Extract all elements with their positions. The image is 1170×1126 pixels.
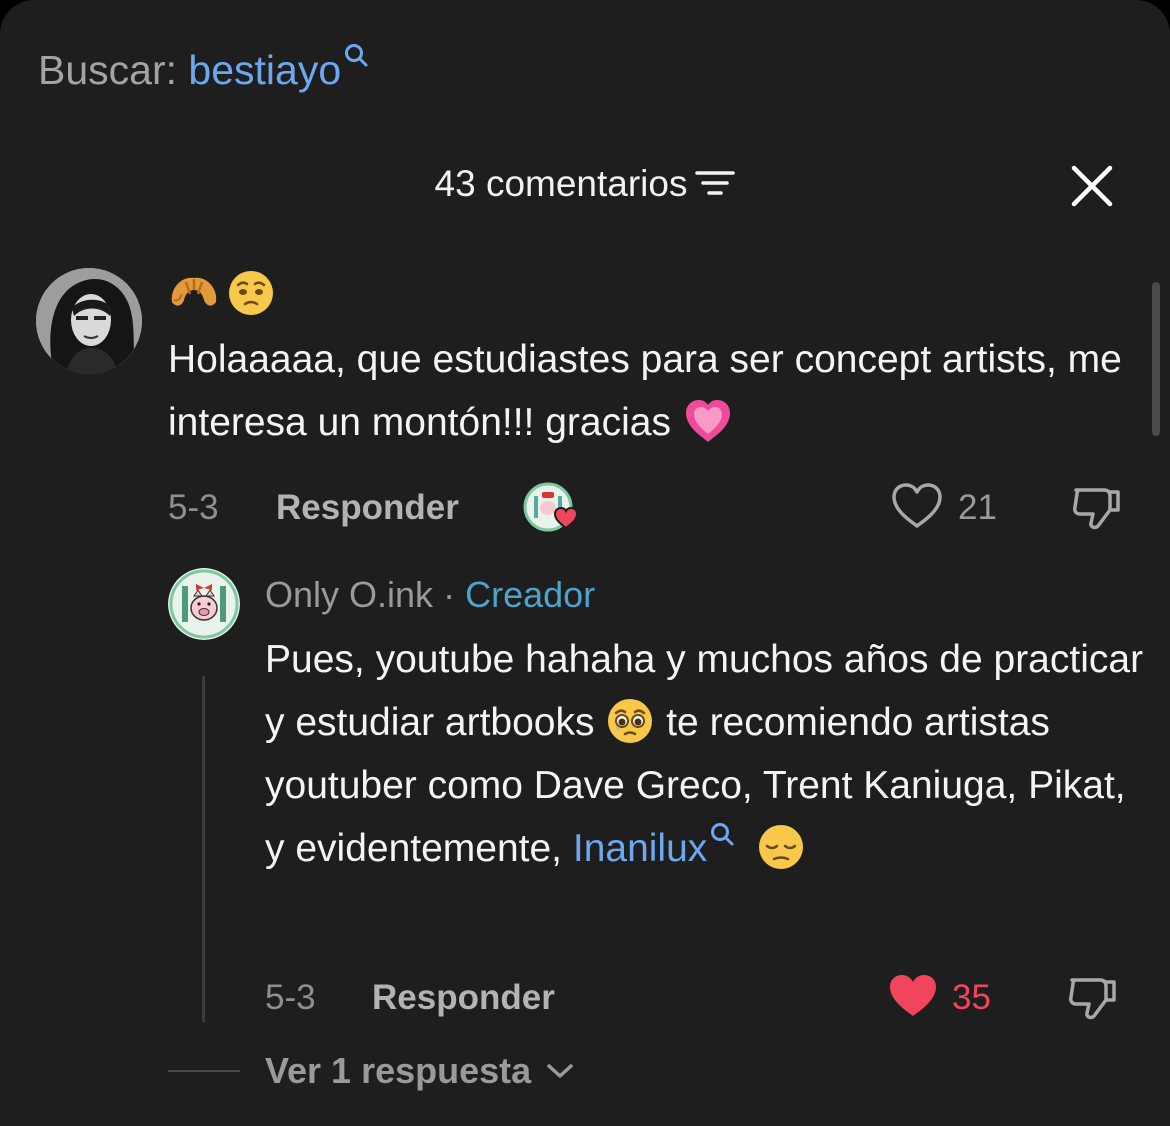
scrollbar[interactable] (1152, 282, 1160, 436)
comment-author-line: Only O.ink · Creador (265, 572, 595, 618)
divider (168, 1070, 240, 1072)
teary-face-emoji (608, 698, 653, 743)
pink-heart-emoji (685, 399, 730, 442)
mention-link[interactable]: Inanilux (573, 827, 707, 870)
pensive-face-emoji (759, 824, 804, 869)
view-replies-button[interactable]: Ver 1 respuesta (265, 1048, 575, 1094)
reply-text: Pues, youtube hahaha y muchos años de pr… (265, 628, 1155, 880)
separator: · (443, 574, 456, 615)
thread-line (202, 676, 205, 1022)
username-emojis[interactable] (168, 268, 276, 320)
creator-badge: Creador (465, 574, 596, 615)
comments-count: 43 comentarios (434, 163, 688, 204)
filter-icon[interactable] (695, 168, 736, 198)
chevron-down-icon (547, 1064, 573, 1079)
creator-avatar[interactable] (168, 568, 240, 640)
heart-filled-icon[interactable] (886, 972, 940, 1020)
reply-button[interactable]: Responder (372, 976, 555, 1020)
comment-body: Holaaaaa, que estudiastes para ser conce… (168, 338, 1122, 444)
reply-date: 5-3 (265, 978, 316, 1017)
dislike-icon[interactable] (1070, 482, 1122, 534)
dislike-icon[interactable] (1066, 972, 1118, 1024)
like-count: 35 (952, 978, 991, 1017)
avatar[interactable] (36, 268, 142, 374)
comment-date: 5-3 (168, 488, 219, 527)
close-icon[interactable] (1066, 160, 1118, 212)
search-icon (711, 823, 734, 846)
heart-icon[interactable] (890, 482, 944, 530)
reply-button[interactable]: Responder (276, 486, 459, 530)
creator-liked-badge (523, 482, 579, 532)
comments-header: 43 comentarios (0, 160, 1170, 208)
search-query[interactable]: bestiayo (188, 47, 341, 93)
comment-text: Holaaaaa, que estudiastes para ser conce… (168, 328, 1128, 454)
search-suggestion[interactable]: Buscar: bestiayo (38, 44, 369, 96)
croissant-emoji (171, 277, 217, 306)
like-count: 21 (958, 488, 997, 527)
search-prefix: Buscar: (38, 47, 177, 93)
author-name[interactable]: Only O.ink (265, 574, 433, 615)
creator-avatar-image (168, 568, 240, 640)
pleading-face-emoji (229, 271, 274, 315)
comments-sheet: Buscar: bestiayo 43 comentarios Holaaaaa… (0, 0, 1170, 1126)
view-replies-label: Ver 1 respuesta (265, 1050, 532, 1091)
search-icon (345, 44, 368, 67)
avatar-photo (36, 268, 142, 374)
